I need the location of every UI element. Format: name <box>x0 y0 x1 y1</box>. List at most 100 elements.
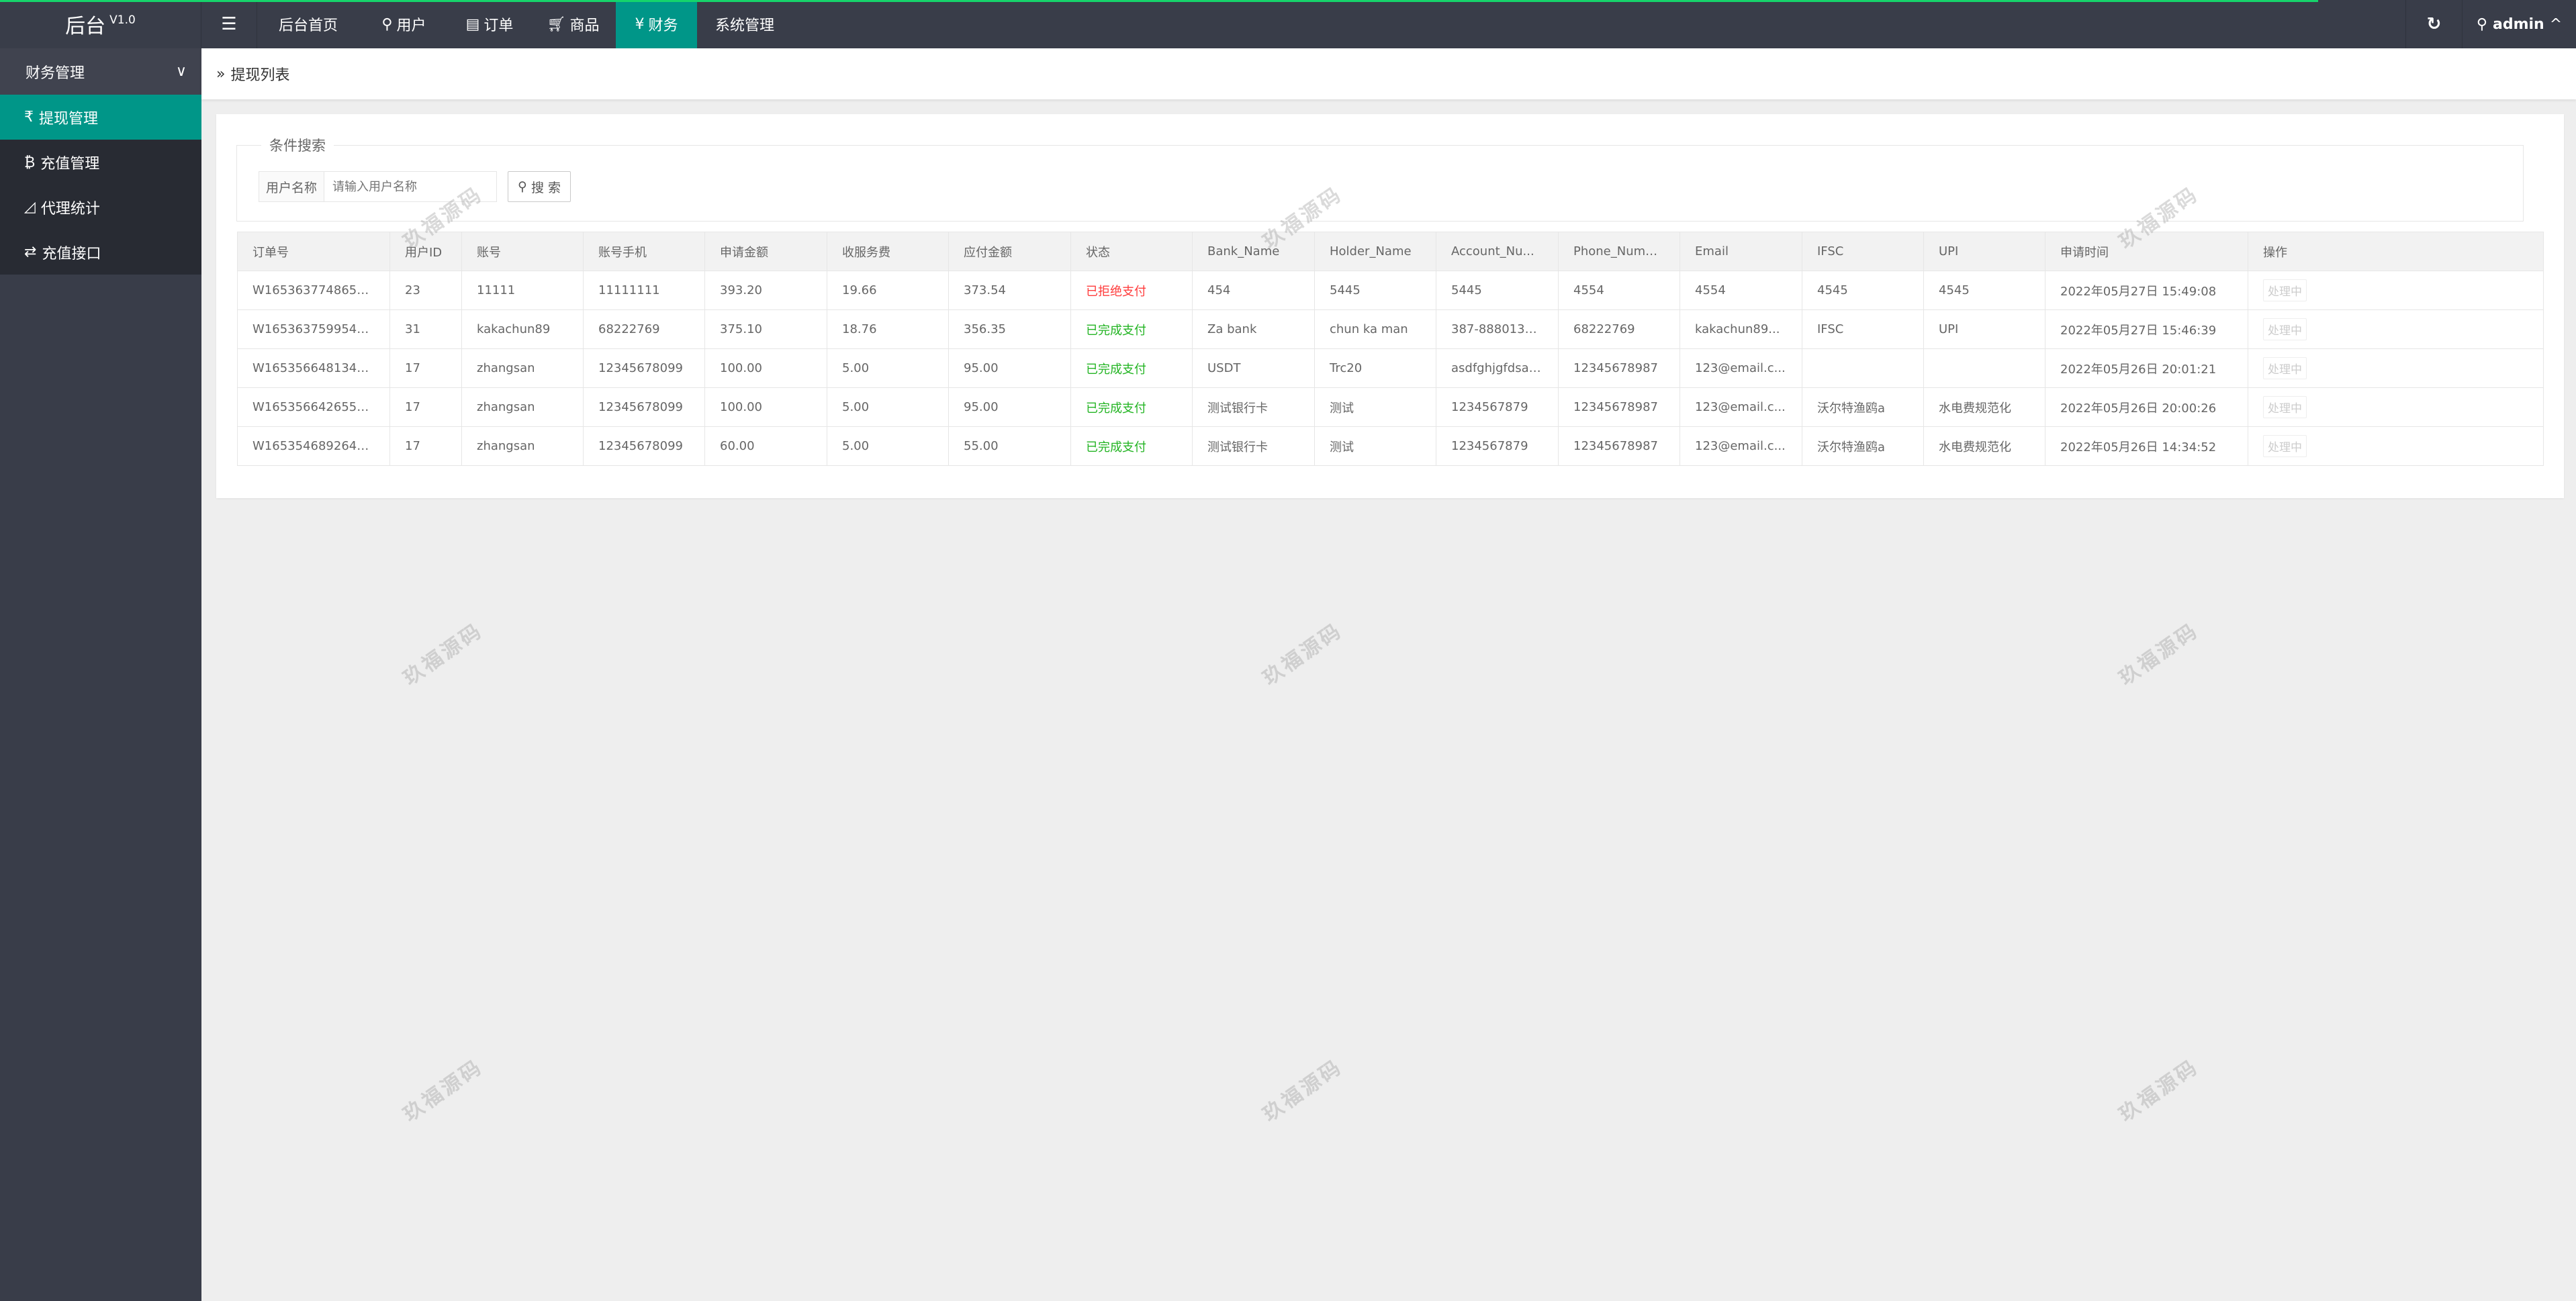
processing-button[interactable]: 处理中 <box>2263 279 2307 301</box>
nav-users[interactable]: ⚲ 用户 <box>359 0 449 48</box>
table-cell: 测试 <box>1314 387 1436 427</box>
user-icon: ⚲ <box>381 15 393 33</box>
table-row: W165356648134531 17 zhangsan 12345678099 100… <box>237 348 2544 388</box>
nav-finance[interactable]: ¥ 财务 <box>616 0 697 48</box>
exchange-icon: ⇄ <box>24 244 37 260</box>
search-legend: 条件搜索 <box>261 135 334 155</box>
table-cell: W165356648134531 <box>237 348 390 388</box>
withdraw-table: 订单号 用户ID 账号 账号手机 申请金额 收服务费 应付金额 状态 Bank_Name Hold… <box>237 232 2544 466</box>
status-badge: 已完成支付 <box>1070 387 1193 427</box>
table-cell: 11111111 <box>583 271 705 310</box>
table-cell <box>1802 348 1924 388</box>
table-cell: 100.00 <box>704 348 827 388</box>
refresh-button[interactable]: ↻ <box>2405 0 2462 48</box>
sidebar-group-finance[interactable]: 财务管理 ∨ <box>0 48 201 95</box>
table-cell: 2022年05月26日 20:01:21 <box>2045 348 2248 388</box>
table-cell: 5445 <box>1314 271 1436 310</box>
column-header: Holder_Name <box>1314 232 1436 271</box>
table-row: W165356642655610 17 zhangsan 12345678099 100… <box>237 387 2544 427</box>
table-cell: 4554 <box>1558 271 1680 310</box>
table-cell: 123@email.c... <box>1680 387 1802 427</box>
username-label: 用户名称 <box>259 171 325 202</box>
table-cell: 12345678987 <box>1558 426 1680 466</box>
column-header: IFSC <box>1802 232 1924 271</box>
sidebar-item-recharge[interactable]: ₿ 充值管理 <box>0 140 201 185</box>
table-cell: W165363759954359 <box>237 309 390 349</box>
table-cell: IFSC <box>1802 309 1924 349</box>
processing-button[interactable]: 处理中 <box>2263 435 2307 457</box>
cart-icon: 🛒︎ <box>547 15 566 33</box>
area-chart-icon: ◿ <box>24 199 36 215</box>
table-cell: 测试银行卡 <box>1192 426 1315 466</box>
column-header: 应付金额 <box>948 232 1071 271</box>
table-cell: 68222769 <box>1558 309 1680 349</box>
logo: 后台 V1.0 <box>0 0 201 48</box>
watermark: 玖福源码 <box>399 618 488 691</box>
chevron-down-icon: ∨ <box>175 63 187 80</box>
watermark: 玖福源码 <box>1258 618 1347 691</box>
column-header: Bank_Name <box>1192 232 1315 271</box>
username-input[interactable] <box>324 171 498 202</box>
nav-orders[interactable]: ▤ 订单 <box>449 0 531 48</box>
table-cell: Trc20 <box>1314 348 1436 388</box>
rupee-icon: ₹ <box>24 109 34 126</box>
sidebar-item-withdraw[interactable]: ₹ 提现管理 <box>0 95 201 140</box>
user-menu[interactable]: ⚲ admin ^ <box>2462 0 2576 48</box>
double-chevron-icon: » <box>216 65 226 83</box>
column-header: Phone_Number <box>1558 232 1680 271</box>
yen-icon: ¥ <box>635 15 645 33</box>
version: V1.0 <box>109 13 136 27</box>
header-right: ↻ ⚲ admin ^ <box>2405 0 2576 48</box>
processing-button[interactable]: 处理中 <box>2263 318 2307 340</box>
table-cell: 4545 <box>1923 271 2045 310</box>
bitcoin-icon: ₿ <box>24 154 36 171</box>
column-header: Account_Nu... <box>1436 232 1559 271</box>
nav-products[interactable]: 🛒︎ 商品 <box>531 0 616 48</box>
table-cell: 1234567879 <box>1436 426 1559 466</box>
action-cell: 处理中 <box>2248 309 2544 349</box>
table-cell: 31 <box>389 309 462 349</box>
table-cell: 373.54 <box>948 271 1071 310</box>
table-cell: W165363774865741 <box>237 271 390 310</box>
table-cell: 2022年05月27日 15:46:39 <box>2045 309 2248 349</box>
document-icon: ▤ <box>465 15 480 33</box>
table-cell: zhangsan <box>461 426 584 466</box>
table-cell: 454 <box>1192 271 1315 310</box>
processing-button[interactable]: 处理中 <box>2263 357 2307 379</box>
column-header: 申请时间 <box>2045 232 2248 271</box>
column-header: 操作 <box>2248 232 2544 271</box>
table-cell: 沃尔特渔鸥a <box>1802 426 1924 466</box>
sidebar-item-agent-stats[interactable]: ◿ 代理统计 <box>0 185 201 230</box>
search-button[interactable]: ⚲ 搜 索 <box>508 171 571 202</box>
table-cell: 55.00 <box>948 426 1071 466</box>
table-cell: asdfghjgfdsas... <box>1436 348 1559 388</box>
sidebar-item-recharge-api[interactable]: ⇄ 充值接口 <box>0 230 201 275</box>
table-cell: 11111 <box>461 271 584 310</box>
user-icon: ⚲ <box>2476 15 2487 33</box>
watermark: 玖福源码 <box>399 1055 488 1127</box>
menu-toggle-button[interactable]: ☰ <box>201 0 257 48</box>
table-cell: 测试 <box>1314 426 1436 466</box>
table-cell: 5.00 <box>827 387 949 427</box>
table-cell <box>1923 348 2045 388</box>
nav-system[interactable]: 系统管理 <box>697 0 792 48</box>
table-cell: 12345678099 <box>583 387 705 427</box>
table-cell: 1234567879 <box>1436 387 1559 427</box>
table-cell: 沃尔特渔鸥a <box>1802 387 1924 427</box>
top-nav: ☰ 后台首页 ⚲ 用户 ▤ 订单 🛒︎ 商品 ¥ 财务 系统管理 <box>201 0 792 48</box>
watermark: 玖福源码 <box>2115 618 2203 691</box>
chevron-up-icon: ^ <box>2549 15 2563 33</box>
table-cell: zhangsan <box>461 348 584 388</box>
column-header: 状态 <box>1070 232 1193 271</box>
table-cell: 5.00 <box>827 426 949 466</box>
processing-button[interactable]: 处理中 <box>2263 396 2307 418</box>
nav-home[interactable]: 后台首页 <box>257 0 359 48</box>
table-cell: chun ka man <box>1314 309 1436 349</box>
column-header: UPI <box>1923 232 2045 271</box>
table-cell: 100.00 <box>704 387 827 427</box>
table-cell: W165354689264853 <box>237 426 390 466</box>
table-cell: 68222769 <box>583 309 705 349</box>
table-cell: 12345678099 <box>583 348 705 388</box>
table-cell: kakachun89 <box>461 309 584 349</box>
table-cell: 5.00 <box>827 348 949 388</box>
